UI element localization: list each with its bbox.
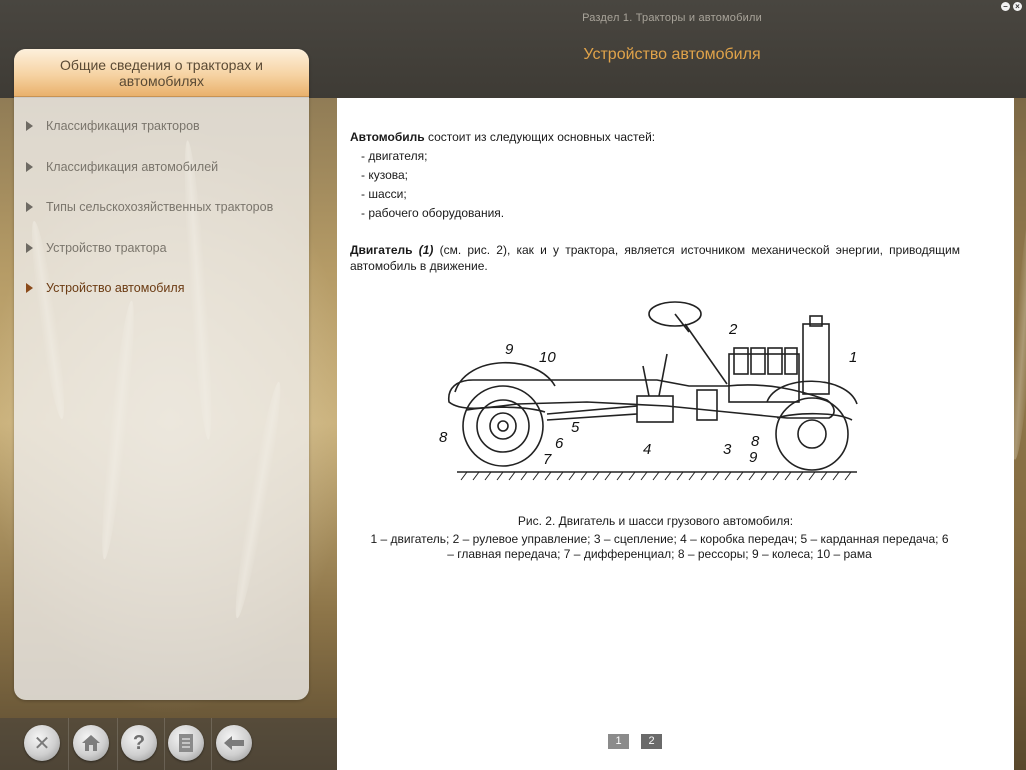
bottom-toolbar: ✕ ?: [0, 718, 337, 770]
engine-bold: Двигатель: [350, 243, 413, 257]
figure-label-9b: 9: [749, 449, 758, 466]
content-panel: Автомобиль состоит из следующих основных…: [337, 98, 1014, 770]
sidebar-item-label: Устройство трактора: [46, 240, 167, 255]
list-item: - шасси;: [361, 187, 407, 201]
sidebar-header: Общие сведения о тракторах и автомобилях: [14, 49, 309, 97]
sidebar-item-label: Типы сельскохозяйственных тракторов: [46, 200, 274, 214]
figure-label-5: 5: [571, 419, 580, 436]
document-icon: [179, 734, 193, 752]
ground-hatching: [460, 471, 852, 481]
intro-text: состоит из следующих основных частей:: [424, 130, 656, 144]
chassis-diagram: 1 2 3 4 5 6 7 8 9 10 8 9: [439, 301, 858, 481]
list-item: - двигателя;: [361, 149, 428, 163]
sidebar-item-car-classification[interactable]: Классификация автомобилей: [14, 152, 309, 193]
figure-label-6: 6: [555, 435, 564, 452]
figure-label-7: 7: [543, 451, 552, 468]
figure-caption-title: Рис. 2. Двигатель и шасси грузового авто…: [517, 514, 794, 528]
contents-button[interactable]: [168, 725, 204, 761]
engine-ref: (1): [412, 243, 434, 257]
sidebar-nav: Классификация тракторов Классификация ав…: [14, 97, 309, 314]
figure-label-2: 2: [728, 321, 738, 338]
list-item: - кузова;: [361, 168, 409, 182]
triangle-right-icon: [26, 242, 33, 253]
sidebar-item-car-design[interactable]: Устройство автомобиля: [14, 273, 309, 314]
figure-label-8: 8: [439, 429, 448, 446]
triangle-right-icon: [26, 283, 33, 293]
figure-label-4: 4: [643, 441, 651, 458]
figure-label-3: 3: [723, 441, 732, 458]
minimize-icon[interactable]: –: [1001, 2, 1010, 11]
home-icon: [82, 735, 100, 751]
sidebar-item-label: Классификация тракторов: [46, 119, 200, 133]
parts-list: - двигателя; - кузова; - шасси; - рабоче…: [350, 147, 970, 223]
triangle-right-icon: [26, 161, 33, 172]
engine-paragraph: Двигатель (1) (см. рис. 2), как и у трак…: [350, 242, 960, 274]
intro-sentence: Автомобиль состоит из следующих основных…: [350, 128, 970, 147]
triangle-right-icon: [26, 121, 33, 131]
arrow-left-icon: [224, 736, 244, 750]
figure-label-1: 1: [849, 349, 857, 366]
close-tool-button[interactable]: ✕: [24, 725, 60, 761]
intro-block: Автомобиль состоит из следующих основных…: [350, 128, 970, 223]
back-button[interactable]: [216, 725, 252, 761]
figure-label-10: 10: [539, 349, 556, 366]
sidebar-item-agri-tractor-types[interactable]: Типы сельскохозяйственных тракторов: [14, 192, 309, 233]
sidebar-item-label: Устройство автомобиля: [46, 281, 185, 295]
help-button[interactable]: ?: [121, 725, 157, 761]
sidebar-item-tractor-classification[interactable]: Классификация тракторов: [14, 111, 309, 152]
page-button-1[interactable]: 1: [608, 734, 629, 749]
list-item: - рабочего оборудования.: [361, 206, 505, 220]
sidebar-header-title: Общие сведения о тракторах и автомобилях: [60, 57, 263, 89]
sidebar-item-tractor-design[interactable]: Устройство трактора: [14, 233, 309, 274]
pager: 1 2: [608, 734, 662, 749]
section-label: Раздел 1. Тракторы и автомобили: [582, 12, 762, 24]
close-icon[interactable]: ×: [1013, 2, 1022, 11]
sidebar: Общие сведения о тракторах и автомобилях…: [14, 49, 309, 700]
figure-label-9: 9: [505, 341, 514, 358]
sidebar-item-label: Классификация автомобилей: [46, 159, 219, 174]
close-icon: ✕: [33, 732, 51, 755]
triangle-right-icon: [26, 202, 33, 212]
window-controls: – ×: [1001, 2, 1022, 11]
figure-label-8b: 8: [751, 433, 760, 450]
help-icon: ?: [132, 731, 146, 754]
home-button[interactable]: [73, 725, 109, 761]
figure-caption-legend: 1 – двигатель; 2 – рулевое управление; 3…: [370, 532, 949, 561]
engine-text: (см. рис. 2), как и у трактора, является…: [350, 243, 961, 273]
right-gutter: [1014, 98, 1026, 770]
intro-bold: Автомобиль: [350, 130, 425, 144]
page-button-2[interactable]: 2: [641, 734, 662, 749]
